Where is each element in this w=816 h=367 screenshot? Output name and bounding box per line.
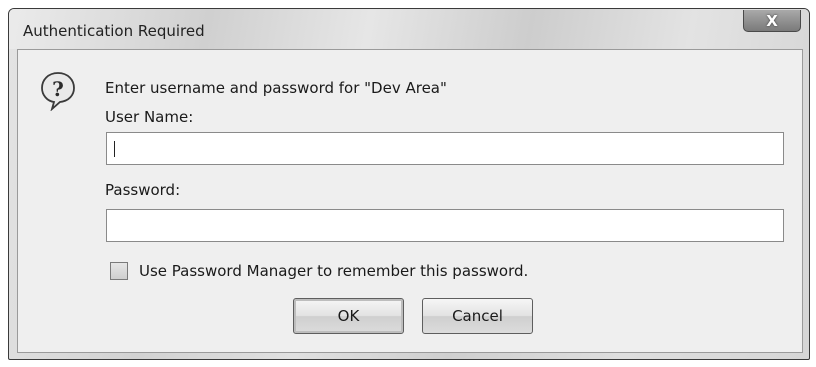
dialog-body: ? Enter username and password for "Dev A… [17,49,803,353]
remember-password-row[interactable]: Use Password Manager to remember this pa… [110,262,528,280]
svg-text:?: ? [52,77,64,101]
ok-button[interactable]: OK [293,298,404,334]
ok-button-label: OK [337,307,360,325]
cancel-button-label: Cancel [452,307,503,325]
window-title: Authentication Required [23,22,205,40]
password-label: Password: [105,181,181,199]
cancel-button[interactable]: Cancel [422,298,533,334]
text-caret [114,141,115,157]
close-icon: X [766,11,778,30]
remember-password-label[interactable]: Use Password Manager to remember this pa… [139,262,528,280]
remember-password-checkbox[interactable] [110,262,128,280]
title-bar[interactable]: Authentication Required X [9,9,809,49]
question-icon: ? [41,72,75,111]
password-field[interactable] [106,209,784,242]
username-label: User Name: [105,108,194,126]
close-button[interactable]: X [743,10,801,32]
auth-dialog: Authentication Required X ? Enter userna… [8,8,810,360]
prompt-text: Enter username and password for "Dev Are… [105,79,447,97]
username-field[interactable] [106,132,784,165]
